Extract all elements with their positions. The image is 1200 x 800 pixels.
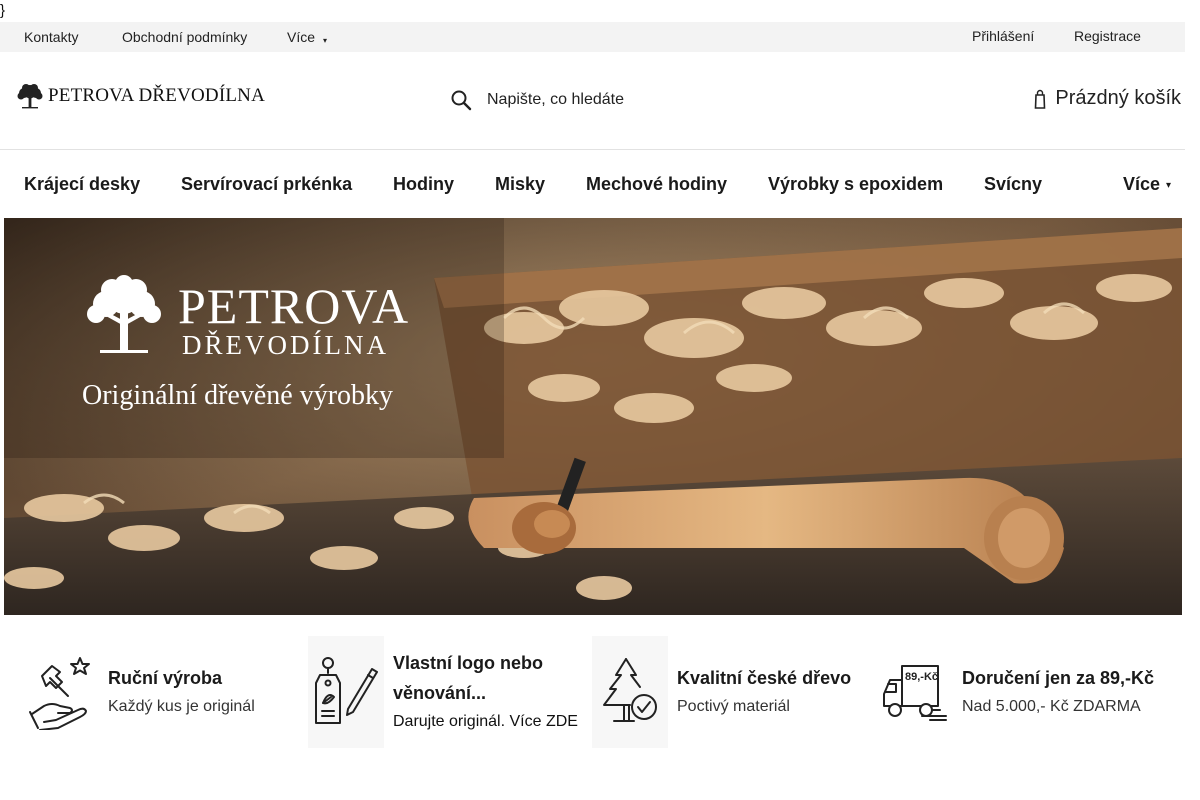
tree-logo-icon: [87, 275, 161, 353]
feature-highlights: Ruční výroba Každý kus je originál Vlast…: [0, 636, 1185, 748]
search-input[interactable]: [487, 91, 837, 109]
feature-title: Vlastní logo nebo věnování...: [393, 653, 544, 703]
cart-label: Prázdný košík: [1055, 87, 1181, 109]
category-cutting-boards[interactable]: Krájecí desky: [24, 175, 140, 193]
tree-check-icon: [603, 658, 657, 722]
category-moss-clocks[interactable]: Mechové hodiny: [586, 175, 727, 193]
feature-icon-box: [22, 636, 98, 748]
feature-subtitle: Každý kus je originál: [108, 698, 255, 715]
top-utility-bar: Kontakty Obchodní podmínky Více ▾ Přihláš…: [0, 22, 1185, 52]
category-epoxy-products[interactable]: Výrobky s epoxidem: [768, 175, 943, 193]
hero-title-line1: PETROVA: [178, 278, 410, 334]
register-link[interactable]: Registrace: [1074, 29, 1141, 43]
topbar-link-contacts[interactable]: Kontakty: [24, 30, 78, 44]
tree-logo-icon: [17, 84, 43, 109]
category-bowls[interactable]: Misky: [495, 175, 545, 193]
site-header: PETROVA DŘEVODÍLNA Prázdný košík: [0, 52, 1185, 150]
login-link[interactable]: Přihlášení: [972, 29, 1034, 43]
feature-icon-box: [592, 636, 668, 748]
feature-icon-box: 89,-Kč: [876, 636, 952, 748]
delivery-van-icon: 89,-Kč: [883, 665, 947, 721]
feature-subtitle: Poctivý materiál: [677, 698, 790, 715]
hero-banner[interactable]: PETROVA DŘEVODÍLNA Originální dřevěné vý…: [4, 218, 1182, 615]
category-clocks[interactable]: Hodiny: [393, 175, 454, 193]
stray-brace-text: }: [0, 2, 6, 19]
cart-button[interactable]: Prázdný košík: [1034, 87, 1181, 110]
search-bar: [450, 85, 870, 115]
feature-title: Doručení jen za 89,-Kč: [962, 668, 1155, 688]
topbar-more-menu[interactable]: Více ▾: [287, 30, 327, 48]
search-icon[interactable]: [450, 89, 472, 111]
feature-subtitle-link[interactable]: Darujte originál. Více ZDE: [393, 712, 578, 732]
category-more-menu[interactable]: Více ▾: [1123, 175, 1171, 195]
hero-title-line2: DŘEVODÍLNA: [182, 330, 389, 360]
tag-pencil-icon: [315, 657, 378, 724]
site-logo[interactable]: PETROVA DŘEVODÍLNA: [16, 82, 265, 110]
topbar-more-label: Více: [287, 29, 316, 45]
category-more-label: Více: [1123, 174, 1161, 194]
hero-tagline: Originální dřevěné výrobky: [82, 380, 394, 411]
chevron-down-icon: ▾: [323, 36, 328, 45]
handmade-hammer-hand-icon: [29, 657, 90, 730]
topbar-link-terms[interactable]: Obchodní podmínky: [122, 30, 247, 44]
feature-title: Kvalitní české dřevo: [677, 668, 852, 688]
feature-icon-box: [308, 636, 384, 748]
category-navigation: Krájecí desky Servírovací prkénka Hodiny…: [0, 150, 1185, 218]
category-serving-boards[interactable]: Servírovací prkénka: [181, 175, 352, 193]
cart-icon: [1035, 89, 1046, 109]
feature-title: Ruční výroba: [108, 668, 223, 688]
feature-subtitle: Nad 5.000,- Kč ZDARMA: [962, 698, 1141, 715]
category-candle-holders[interactable]: Svícny: [984, 175, 1042, 193]
chevron-down-icon: ▾: [1166, 180, 1172, 191]
logo-text: PETROVA DŘEVODÍLNA: [48, 85, 266, 106]
van-price-text: 89,-Kč: [905, 671, 938, 683]
